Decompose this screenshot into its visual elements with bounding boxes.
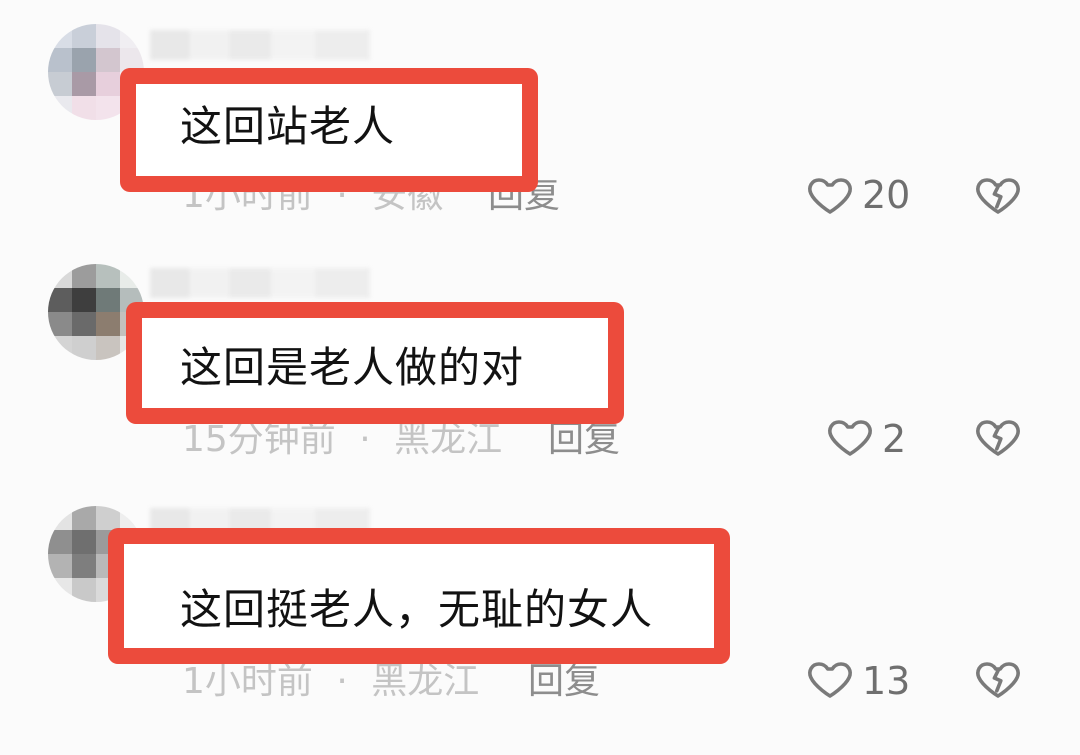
heart-outline-icon[interactable] — [826, 412, 874, 460]
comment-time: 1小时前 — [182, 661, 313, 702]
like-count: 13 — [862, 659, 911, 703]
comment-item: 1小时前 · 黑龙江 回复 这回挺老人，无耻的女人 13 — [0, 0, 1080, 700]
comment-location: 黑龙江 — [394, 419, 503, 460]
broken-heart-icon[interactable] — [974, 654, 1022, 702]
meta-separator: · — [359, 419, 371, 460]
comment-time: 15分钟前 — [182, 419, 336, 460]
username-blurred[interactable] — [150, 268, 370, 298]
like-count: 2 — [882, 417, 907, 461]
comment-text: 这回挺老人，无耻的女人 — [180, 585, 654, 634]
comment-meta: 1小时前 · 黑龙江 — [182, 664, 479, 700]
meta-separator: · — [336, 661, 348, 702]
reply-button[interactable]: 回复 — [528, 664, 600, 700]
heart-outline-icon[interactable] — [806, 654, 854, 702]
comment-meta: 15分钟前 · 黑龙江 — [182, 422, 502, 458]
comment-text: 这回是老人做的对 — [180, 343, 525, 392]
reply-button[interactable]: 回复 — [548, 422, 620, 458]
broken-heart-icon[interactable] — [974, 412, 1022, 460]
comment-location: 黑龙江 — [371, 661, 480, 702]
